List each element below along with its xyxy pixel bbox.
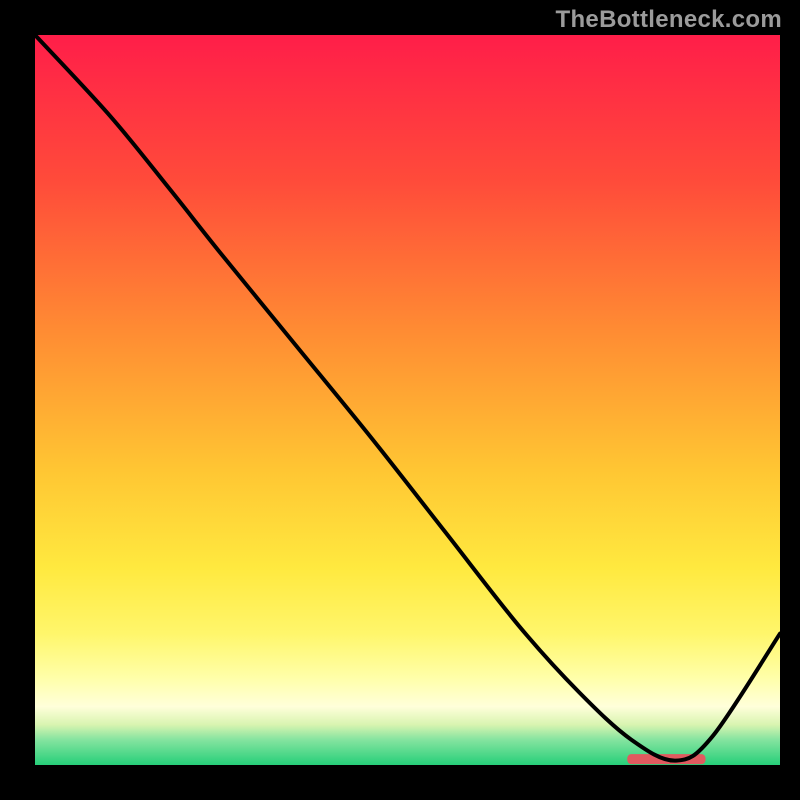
watermark-text: TheBottleneck.com xyxy=(556,6,782,34)
chart-stage: TheBottleneck.com xyxy=(0,0,800,800)
chart-svg xyxy=(0,0,800,800)
plot-area xyxy=(35,35,780,765)
